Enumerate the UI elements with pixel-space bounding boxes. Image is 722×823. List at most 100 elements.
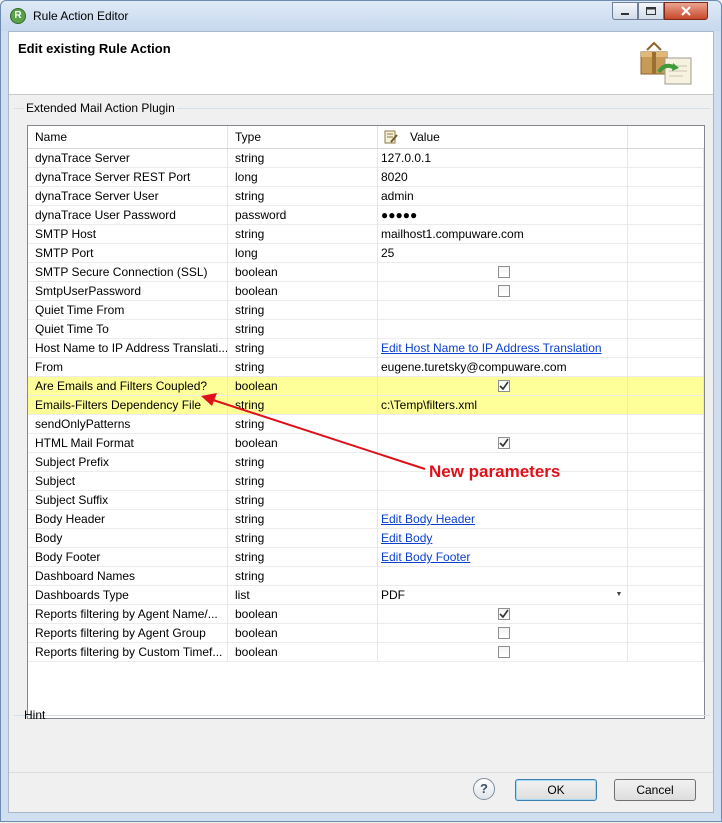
table-row[interactable]: HTML Mail Format boolean — [28, 434, 704, 453]
param-value-link-cell[interactable]: Edit Body — [378, 529, 628, 548]
param-value-checkbox-cell[interactable] — [378, 624, 628, 643]
param-type: string — [228, 510, 378, 529]
column-header-type[interactable]: Type — [228, 126, 378, 148]
table-body: dynaTrace Server string 127.0.0.1 dynaTrace… — [28, 149, 704, 662]
table-row[interactable]: dynaTrace Server REST Port long 8020 — [28, 168, 704, 187]
minimize-button[interactable] — [612, 2, 638, 20]
param-value[interactable] — [378, 320, 628, 339]
cancel-button[interactable]: Cancel — [614, 779, 696, 801]
param-value[interactable]: admin — [378, 187, 628, 206]
param-value-link-cell[interactable]: Edit Host Name to IP Address Translation — [378, 339, 628, 358]
table-row[interactable]: dynaTrace User Password password ●●●●● — [28, 206, 704, 225]
edit-link[interactable]: Edit Body — [381, 531, 432, 545]
close-icon — [681, 6, 691, 16]
table-row[interactable]: dynaTrace Server string 127.0.0.1 — [28, 149, 704, 168]
column-header-filler — [628, 126, 704, 148]
table-row[interactable]: SMTP Host string mailhost1.compuware.com — [28, 225, 704, 244]
parameters-table: Name Type Value dynaTrace Server string 12… — [27, 125, 705, 719]
param-value-link-cell[interactable]: Edit Body Header — [378, 510, 628, 529]
table-row[interactable]: Quiet Time To string — [28, 320, 704, 339]
edit-link[interactable]: Edit Body Footer — [381, 550, 470, 564]
group-label: Extended Mail Action Plugin — [24, 101, 177, 115]
filler-cell — [628, 282, 704, 301]
param-value[interactable] — [378, 491, 628, 510]
table-row[interactable]: Reports filtering by Agent Group boolean — [28, 624, 704, 643]
param-value-checkbox-cell[interactable] — [378, 263, 628, 282]
param-value[interactable] — [378, 415, 628, 434]
param-type: string — [228, 472, 378, 491]
table-row[interactable]: Reports filtering by Custom Timef... bool… — [28, 643, 704, 662]
param-type: string — [228, 301, 378, 320]
table-row[interactable]: Are Emails and Filters Coupled? boolean — [28, 377, 704, 396]
param-value-checkbox-cell[interactable] — [378, 643, 628, 662]
table-row[interactable]: Body string Edit Body — [28, 529, 704, 548]
table-row[interactable]: Subject Prefix string — [28, 453, 704, 472]
table-row[interactable]: sendOnlyPatterns string — [28, 415, 704, 434]
param-value-link-cell[interactable]: Edit Body Footer — [378, 548, 628, 567]
table-row[interactable]: Dashboard Names string — [28, 567, 704, 586]
table-row[interactable]: Subject string — [28, 472, 704, 491]
table-row[interactable]: Dashboards Type list PDF ▼ — [28, 586, 704, 605]
value-checkbox[interactable] — [498, 266, 510, 278]
param-name: Subject — [28, 472, 228, 491]
table-row[interactable]: Body Footer string Edit Body Footer — [28, 548, 704, 567]
value-checkbox[interactable] — [498, 380, 510, 392]
table-row[interactable]: SMTP Secure Connection (SSL) boolean — [28, 263, 704, 282]
param-value[interactable]: eugene.turetsky@compuware.com — [378, 358, 628, 377]
param-value-checkbox-cell[interactable] — [378, 377, 628, 396]
filler-cell — [628, 434, 704, 453]
param-type: string — [228, 339, 378, 358]
table-row[interactable]: Reports filtering by Agent Name/... boole… — [28, 605, 704, 624]
ok-button[interactable]: OK — [515, 779, 597, 801]
param-value[interactable] — [378, 301, 628, 320]
param-value[interactable]: c:\Temp\filters.xml — [378, 396, 628, 415]
value-checkbox[interactable] — [498, 646, 510, 658]
filler-cell — [628, 244, 704, 263]
table-row[interactable]: SmtpUserPassword boolean — [28, 282, 704, 301]
filler-cell — [628, 472, 704, 491]
table-row[interactable]: dynaTrace Server User string admin — [28, 187, 704, 206]
param-type: string — [228, 415, 378, 434]
value-checkbox[interactable] — [498, 285, 510, 297]
column-header-name[interactable]: Name — [28, 126, 228, 148]
param-name: SMTP Secure Connection (SSL) — [28, 263, 228, 282]
param-value[interactable]: 127.0.0.1 — [378, 149, 628, 168]
param-value[interactable]: 8020 — [378, 168, 628, 187]
filler-cell — [628, 567, 704, 586]
param-type: string — [228, 396, 378, 415]
value-checkbox[interactable] — [498, 627, 510, 639]
table-row[interactable]: SMTP Port long 25 — [28, 244, 704, 263]
param-value[interactable]: mailhost1.compuware.com — [378, 225, 628, 244]
param-value-combo[interactable]: PDF ▼ — [378, 586, 628, 605]
table-row[interactable]: Host Name to IP Address Translati... stri… — [28, 339, 704, 358]
param-value[interactable]: ●●●●● — [378, 206, 628, 225]
chevron-down-icon[interactable]: ▼ — [611, 586, 627, 604]
app-icon: R — [10, 8, 26, 24]
param-value-checkbox-cell[interactable] — [378, 434, 628, 453]
maximize-button[interactable] — [638, 2, 664, 20]
table-row[interactable]: Emails-Filters Dependency File string c:\T… — [28, 396, 704, 415]
param-value[interactable] — [378, 567, 628, 586]
param-type: boolean — [228, 263, 378, 282]
value-checkbox[interactable] — [498, 608, 510, 620]
edit-link[interactable]: Edit Host Name to IP Address Translation — [381, 341, 602, 355]
param-value-checkbox-cell[interactable] — [378, 282, 628, 301]
table-row[interactable]: Body Header string Edit Body Header — [28, 510, 704, 529]
param-value[interactable]: 25 — [378, 244, 628, 263]
filler-cell — [628, 396, 704, 415]
title-bar[interactable]: R Rule Action Editor — [1, 1, 721, 31]
value-checkbox[interactable] — [498, 437, 510, 449]
table-row[interactable]: Quiet Time From string — [28, 301, 704, 320]
param-value-checkbox-cell[interactable] — [378, 605, 628, 624]
filler-cell — [628, 301, 704, 320]
edit-link[interactable]: Edit Body Header — [381, 512, 475, 526]
help-button[interactable]: ? — [473, 778, 495, 800]
param-name: Quiet Time To — [28, 320, 228, 339]
column-header-value[interactable]: Value — [378, 126, 628, 148]
table-row[interactable]: Subject Suffix string — [28, 491, 704, 510]
table-row[interactable]: From string eugene.turetsky@compuware.com — [28, 358, 704, 377]
filler-cell — [628, 491, 704, 510]
close-button[interactable] — [664, 2, 708, 20]
param-type: string — [228, 567, 378, 586]
param-type: string — [228, 548, 378, 567]
